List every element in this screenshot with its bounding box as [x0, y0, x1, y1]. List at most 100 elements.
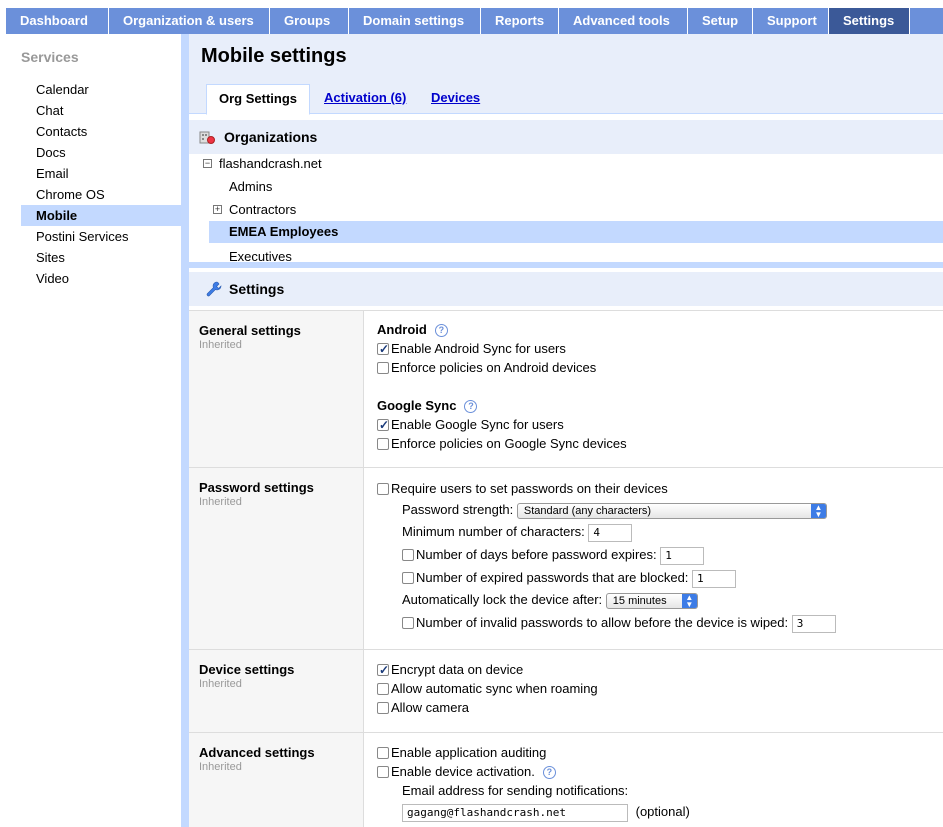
- tab-settings[interactable]: Settings: [829, 8, 910, 34]
- auto-lock-line: Automatically lock the device after: 15 …: [402, 591, 698, 609]
- select-arrows-icon: ▲ ▼: [810, 503, 826, 518]
- page-header: Mobile settings: [189, 34, 943, 84]
- password-settings-title: Password settings: [199, 480, 314, 495]
- sidebar-heading: Services: [21, 49, 79, 65]
- camera-option[interactable]: Allow camera: [377, 699, 469, 717]
- camera-checkbox[interactable]: [377, 702, 389, 714]
- google-sync-policies-option[interactable]: Enforce policies on Google Sync devices: [377, 435, 627, 453]
- expand-icon[interactable]: +: [213, 205, 222, 214]
- min-chars-input[interactable]: 4: [588, 523, 633, 542]
- email-label: Email address for sending notifications:: [402, 783, 629, 798]
- sidebar-item-mobile[interactable]: Mobile: [21, 205, 181, 226]
- org-item-admins[interactable]: Admins: [189, 176, 943, 198]
- android-policies-option[interactable]: Enforce policies on Android devices: [377, 359, 596, 377]
- organizations-heading: Organizations: [224, 129, 318, 145]
- device-settings-label-cell: Device settings Inherited: [189, 650, 364, 732]
- android-policies-checkbox[interactable]: [377, 362, 389, 374]
- organizations-resize-bar[interactable]: [189, 262, 943, 268]
- blocked-passwords-input[interactable]: 1: [692, 569, 737, 588]
- sidebar-item-postini-services[interactable]: Postini Services: [21, 226, 181, 247]
- wrench-icon: [206, 281, 222, 297]
- auto-lock-select[interactable]: 15 minutes ▲ ▼: [605, 592, 698, 609]
- email-input[interactable]: gagang@flashandcrash.net: [402, 803, 628, 822]
- expire-days-option[interactable]: Number of days before password expires: …: [402, 546, 705, 565]
- encrypt-label: Encrypt data on device: [391, 662, 524, 677]
- encrypt-checkbox[interactable]: [377, 661, 389, 679]
- sidebar-item-sites[interactable]: Sites: [21, 247, 181, 268]
- org-item-executives[interactable]: Executives: [189, 247, 943, 263]
- android-policies-label: Enforce policies on Android devices: [391, 360, 597, 375]
- org-item-label: Admins: [229, 179, 273, 194]
- google-sync-label: Enable Google Sync for users: [391, 417, 564, 432]
- wipe-input[interactable]: 3: [791, 614, 836, 633]
- google-sync-enable-option[interactable]: Enable Google Sync for users: [377, 416, 564, 434]
- tab-groups[interactable]: Groups: [270, 8, 349, 34]
- auto-lock-value: 15 minutes: [612, 594, 667, 607]
- sidebar-item-calendar[interactable]: Calendar: [21, 79, 181, 100]
- google-sync-checkbox[interactable]: [377, 416, 389, 434]
- device-settings-title: Device settings: [199, 662, 295, 677]
- tab-org-settings[interactable]: Org Settings: [206, 84, 311, 115]
- password-inherited: Inherited: [199, 496, 242, 508]
- top-navigation: Dashboard Organization & users Groups Do…: [6, 8, 943, 34]
- org-root-label: flashandcrash.net: [219, 156, 322, 171]
- help-icon[interactable]: ?: [542, 766, 556, 779]
- help-icon[interactable]: ?: [434, 324, 448, 337]
- tab-devices[interactable]: Devices: [431, 84, 480, 114]
- tab-reports[interactable]: Reports: [481, 8, 559, 34]
- encrypt-option[interactable]: Encrypt data on device: [377, 661, 523, 679]
- require-password-checkbox[interactable]: [377, 483, 389, 495]
- android-sync-checkbox[interactable]: [377, 340, 389, 358]
- general-inherited: Inherited: [199, 339, 242, 351]
- blocked-passwords-option[interactable]: Number of expired passwords that are blo…: [402, 569, 737, 588]
- sidebar-item-chat[interactable]: Chat: [21, 100, 181, 121]
- optional-note: (optional): [635, 804, 690, 819]
- roaming-option[interactable]: Allow automatic sync when roaming: [377, 680, 598, 698]
- page-title: Mobile settings: [201, 45, 347, 67]
- auditing-option[interactable]: Enable application auditing: [377, 744, 546, 762]
- google-sync-policies-checkbox[interactable]: [377, 438, 389, 450]
- help-icon[interactable]: ?: [464, 400, 478, 413]
- activation-option[interactable]: Enable device activation.?: [377, 763, 556, 781]
- password-settings-label-cell: Password settings Inherited: [189, 468, 364, 649]
- services-list: Calendar Chat Contacts Docs Email Chrome…: [21, 79, 181, 289]
- tab-setup[interactable]: Setup: [688, 8, 753, 34]
- org-root[interactable]: − flashandcrash.net: [189, 153, 943, 175]
- sidebar-item-docs[interactable]: Docs: [21, 142, 181, 163]
- settings-header: Settings: [189, 272, 943, 306]
- activation-checkbox[interactable]: [377, 766, 389, 778]
- organizations-icon: [199, 131, 215, 144]
- advanced-settings-title: Advanced settings: [199, 745, 315, 760]
- sidebar-item-contacts[interactable]: Contacts: [21, 121, 181, 142]
- org-item-emea-employees[interactable]: EMEA Employees: [209, 221, 943, 243]
- require-password-option[interactable]: Require users to set passwords on their …: [377, 480, 668, 498]
- expire-days-input[interactable]: 1: [660, 546, 705, 565]
- email-input-line: gagang@flashandcrash.net (optional): [402, 803, 690, 822]
- expire-days-label: Number of days before password expires:: [416, 547, 657, 562]
- roaming-checkbox[interactable]: [377, 683, 389, 695]
- sidebar-item-video[interactable]: Video: [21, 268, 181, 289]
- org-item-contractors[interactable]: + Contractors: [189, 199, 943, 221]
- roaming-label: Allow automatic sync when roaming: [391, 681, 598, 696]
- general-settings-label-cell: General settings Inherited: [189, 311, 364, 467]
- wipe-checkbox[interactable]: [402, 617, 414, 629]
- wipe-label: Number of invalid passwords to allow bef…: [416, 615, 789, 630]
- tab-advanced-tools[interactable]: Advanced tools: [559, 8, 688, 34]
- require-password-label: Require users to set passwords on their …: [391, 481, 668, 496]
- tab-support[interactable]: Support: [753, 8, 829, 34]
- tab-activation[interactable]: Activation (6): [324, 84, 406, 114]
- sidebar-item-chrome-os[interactable]: Chrome OS: [21, 184, 181, 205]
- tab-domain-settings[interactable]: Domain settings: [349, 8, 481, 34]
- password-strength-line: Password strength: Standard (any charact…: [402, 501, 827, 519]
- android-sync-option[interactable]: Enable Android Sync for users: [377, 340, 566, 358]
- tab-dashboard[interactable]: Dashboard: [6, 8, 109, 34]
- tab-organization-users[interactable]: Organization & users: [109, 8, 270, 34]
- password-strength-select[interactable]: Standard (any characters) ▲ ▼: [516, 502, 827, 519]
- sidebar-item-email[interactable]: Email: [21, 163, 181, 184]
- expire-days-checkbox[interactable]: [402, 549, 414, 561]
- android-heading-line: Android?: [377, 321, 448, 339]
- wipe-option[interactable]: Number of invalid passwords to allow bef…: [402, 614, 836, 633]
- blocked-passwords-checkbox[interactable]: [402, 572, 414, 584]
- collapse-icon[interactable]: −: [203, 159, 212, 168]
- auditing-checkbox[interactable]: [377, 747, 389, 759]
